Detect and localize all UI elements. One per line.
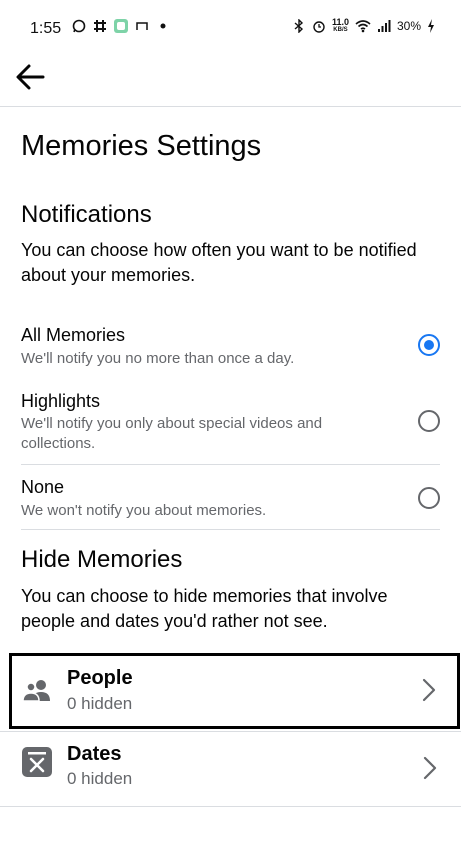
- status-bar: 1:55 11.0 KB/S 30%: [0, 0, 461, 56]
- divider: [21, 529, 440, 530]
- chevron-right-icon: [423, 756, 437, 780]
- wifi-icon: [355, 20, 371, 33]
- option-label: None: [21, 477, 65, 497]
- bluetooth-icon: [294, 19, 303, 33]
- option-all-memories[interactable]: All Memories We'll notify you no more th…: [21, 325, 440, 373]
- hide-memories-heading: Hide Memories: [21, 546, 183, 573]
- people-row[interactable]: People 0 hidden: [9, 653, 460, 729]
- dates-row[interactable]: Dates 0 hidden: [0, 732, 461, 806]
- slack-icon: [94, 20, 106, 32]
- chevron-right-icon: [422, 678, 436, 702]
- battery-level: 30%: [396, 19, 421, 33]
- top-app-bar: [0, 56, 461, 107]
- signal-icon: [377, 20, 391, 32]
- option-highlights[interactable]: Highlights We'll notify you only about s…: [21, 391, 440, 455]
- radio-all-memories[interactable]: [418, 334, 440, 356]
- alarm-icon: [313, 21, 325, 33]
- option-description: We won't notify you about memories.: [21, 502, 267, 519]
- net-speed-value: 11.0: [331, 17, 349, 27]
- status-time: 1:55: [30, 20, 62, 37]
- system-icons: 11.0 KB/S 30%: [292, 18, 435, 34]
- dates-label: Dates: [67, 743, 122, 765]
- hide-memories-description: You can choose to hide memories that inv…: [21, 586, 388, 631]
- page-title: Memories Settings: [21, 130, 262, 162]
- option-description: We'll notify you only about special vide…: [21, 415, 323, 452]
- option-label: All Memories: [21, 325, 126, 345]
- whatsapp-icon: [72, 19, 86, 33]
- back-button[interactable]: [14, 60, 48, 94]
- divider: [21, 464, 440, 465]
- radio-none[interactable]: [418, 487, 440, 509]
- radio-highlights[interactable]: [418, 410, 440, 432]
- app-icon: [114, 19, 128, 33]
- people-icon: [22, 680, 50, 702]
- net-speed-unit: KB/S: [333, 27, 348, 33]
- arrow-left-icon: [16, 64, 45, 90]
- option-description: We'll notify you no more than once a day…: [21, 350, 295, 367]
- option-none[interactable]: None We won't notify you about memories.: [21, 477, 440, 521]
- cast-icon: [136, 22, 148, 30]
- dot-icon: [160, 23, 166, 29]
- divider: [0, 806, 461, 807]
- notification-icons: [72, 19, 170, 33]
- calendar-x-icon: [22, 747, 52, 777]
- battery-charging-icon: [428, 19, 434, 33]
- option-label: Highlights: [21, 391, 101, 411]
- people-label: People: [67, 667, 133, 689]
- notifications-heading: Notifications: [21, 201, 152, 228]
- notifications-description: You can choose how often you want to be …: [21, 240, 417, 285]
- dates-hidden-count: 0 hidden: [67, 769, 133, 788]
- net-speed: 11.0 KB/S: [332, 18, 349, 34]
- people-hidden-count: 0 hidden: [67, 694, 133, 713]
